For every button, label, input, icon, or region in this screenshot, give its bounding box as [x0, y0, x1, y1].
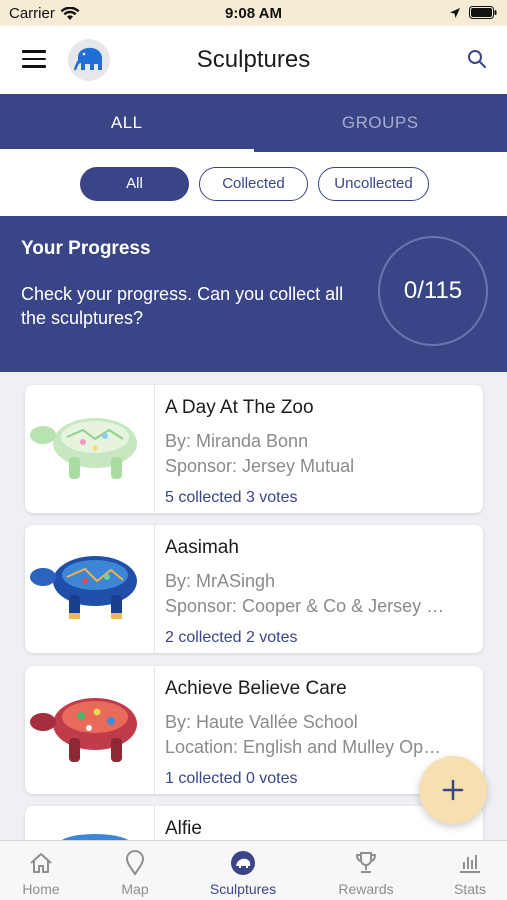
segment-tabs: ALL GROUPS — [0, 94, 507, 152]
stats-icon — [460, 855, 480, 873]
tab-sculptures-label: Sculptures — [209, 881, 277, 897]
trophy-icon — [355, 852, 377, 873]
tab-stats-label: Stats — [454, 881, 486, 897]
home-icon — [30, 853, 52, 873]
sculpture-card[interactable]: A Day At The Zoo By: Miranda Bonn Sponso… — [25, 385, 483, 513]
sculpture-stats: 2 collected 2 votes — [165, 629, 298, 646]
progress-banner: Your Progress Check your progress. Can y… — [0, 216, 507, 372]
filter-uncollected-button[interactable]: Uncollected — [318, 167, 429, 201]
status-bar: Carrier 9:08 AM — [0, 0, 507, 26]
filter-collected-button[interactable]: Collected — [199, 167, 308, 201]
sculpture-thumbnail — [25, 666, 155, 794]
sculpture-name: Achieve Believe Care — [165, 678, 347, 699]
sculpture-card[interactable]: Aasimah By: MrASingh Sponsor: Cooper & C… — [25, 525, 483, 653]
sculpture-card[interactable]: Achieve Believe Care By: Haute Vallée Sc… — [25, 666, 483, 794]
bottom-tab-bar: Home Map Sculptures Rewards Stats — [0, 840, 507, 900]
tab-sculptures[interactable]: Sculptures — [200, 841, 286, 900]
sculpture-name: Aasimah — [165, 537, 239, 558]
sculpture-name: A Day At The Zoo — [165, 397, 314, 418]
sculpture-thumbnail — [25, 525, 155, 653]
sculpture-sponsor: Sponsor: Jersey Mutual — [165, 456, 355, 476]
sculpture-thumbnail — [25, 385, 155, 513]
sculpture-location: Location: English and Mulley Op… — [165, 737, 442, 757]
tab-rewards-label: Rewards — [338, 881, 394, 897]
page-title: Sculptures — [196, 46, 311, 73]
tab-groups[interactable]: GROUPS — [254, 94, 507, 152]
tab-map-label: Map — [121, 881, 149, 897]
sculpture-artist: By: Haute Vallée School — [165, 712, 358, 732]
status-time: 9:08 AM — [225, 5, 282, 22]
tab-map[interactable]: Map — [105, 841, 165, 900]
map-pin-icon — [125, 850, 145, 876]
tab-home-label: Home — [22, 881, 60, 897]
filter-bar: All Collected Uncollected — [0, 152, 507, 216]
tab-rewards[interactable]: Rewards — [332, 841, 400, 900]
sculpture-icon — [231, 851, 255, 875]
plus-icon — [442, 779, 464, 801]
sculpture-stats: 5 collected 3 votes — [165, 489, 298, 506]
filter-all-button[interactable]: All — [80, 167, 189, 201]
progress-title: Your Progress — [21, 238, 151, 259]
add-button[interactable] — [419, 756, 487, 824]
search-icon[interactable] — [467, 49, 487, 74]
tab-home[interactable]: Home — [10, 841, 72, 900]
sculpture-stats: 1 collected 0 votes — [165, 770, 298, 787]
sculpture-name: Alfie — [165, 818, 202, 839]
sculpture-artist: By: Miranda Bonn — [165, 431, 309, 451]
battery-icon — [469, 6, 497, 19]
tab-stats[interactable]: Stats — [442, 841, 498, 900]
progress-count: 0/115 — [403, 277, 463, 304]
navigation-bar: Sculptures — [0, 26, 507, 94]
progress-description: Check your progress. Can you collect all… — [21, 284, 344, 328]
sculpture-artist: By: MrASingh — [165, 571, 276, 591]
progress-ring: 0/115 — [378, 236, 488, 346]
location-arrow-icon — [450, 7, 460, 18]
sculpture-sponsor: Sponsor: Cooper & Co & Jersey … — [165, 596, 445, 616]
tab-all[interactable]: ALL — [0, 94, 254, 152]
